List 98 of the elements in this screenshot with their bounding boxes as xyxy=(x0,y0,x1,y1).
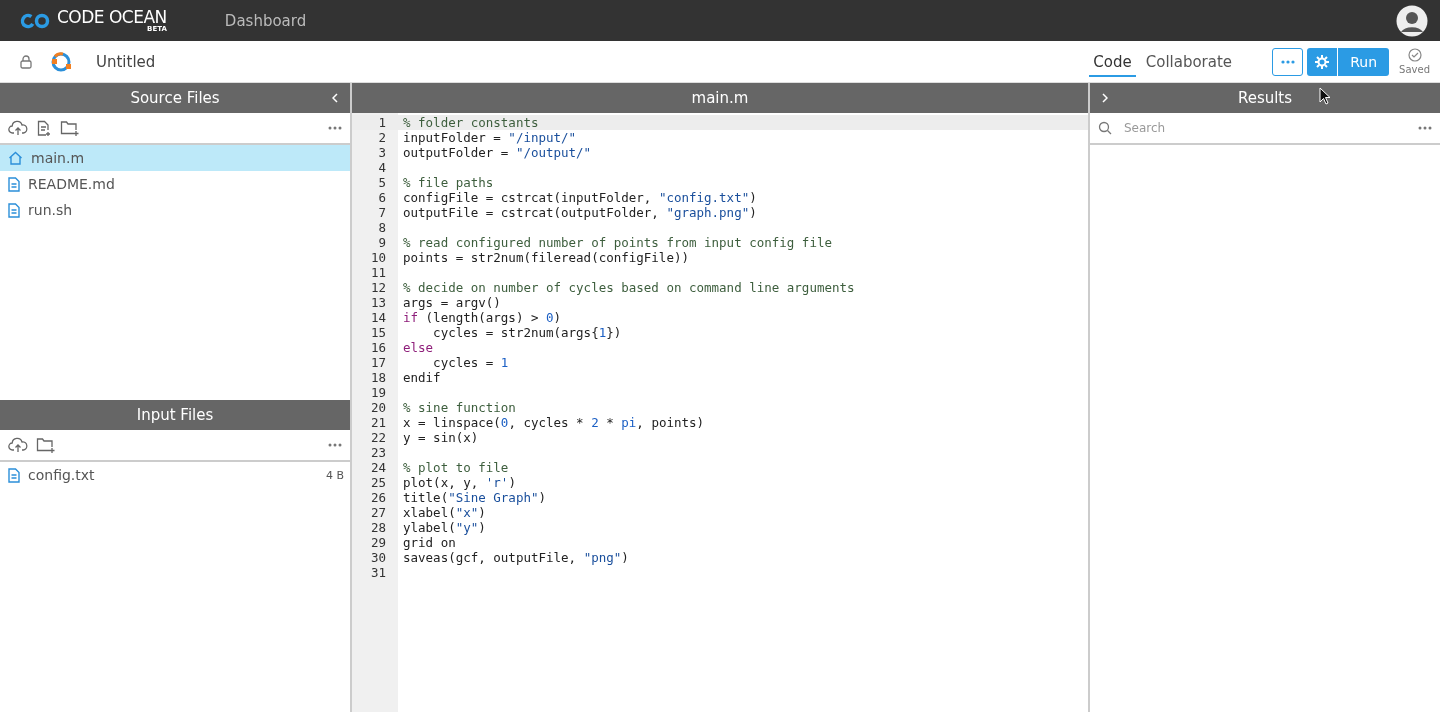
line-number: 12 xyxy=(369,280,386,295)
code-line: % sine function xyxy=(403,400,516,415)
code-line: configFile = cstrcat(inputFolder, "config.txt") xyxy=(403,190,757,205)
line-number: 23 xyxy=(369,445,386,460)
search-icon xyxy=(1098,121,1112,135)
code-line: inputFolder = "/input/" xyxy=(403,130,577,145)
file-item[interactable]: run.sh xyxy=(0,197,350,223)
panel-title: Results xyxy=(1237,89,1293,107)
ring-icon xyxy=(50,50,72,73)
line-number: 19 xyxy=(369,385,386,400)
file-item[interactable]: README.md xyxy=(0,171,350,197)
line-number: 10 xyxy=(369,250,386,265)
code-line: % plot to file xyxy=(403,460,509,475)
code-editor[interactable] xyxy=(352,113,1088,712)
more-icon[interactable] xyxy=(1418,126,1432,130)
nav-link[interactable]: Dashboard xyxy=(224,11,307,30)
logo-text: CODE OCEAN xyxy=(57,8,167,26)
code-line: y = sin(x) xyxy=(403,430,479,445)
more-icon[interactable] xyxy=(328,126,342,130)
new-folder-icon[interactable] xyxy=(36,436,56,454)
line-number: 31 xyxy=(369,565,386,580)
save-status: Saved xyxy=(1399,64,1430,75)
mouse-pointer-icon xyxy=(1319,87,1331,105)
line-number: 29 xyxy=(369,535,386,550)
code-line: % read configured number of points from input config file xyxy=(403,235,832,250)
panel-title: Input Files xyxy=(136,406,214,424)
code-line: cycles = str2num(args{1}) xyxy=(432,325,622,340)
more-button[interactable] xyxy=(1272,47,1304,76)
code-line: plot(x, y, 'r') xyxy=(403,475,516,490)
code-line: outputFolder = "/output/" xyxy=(403,145,592,160)
lock-icon[interactable] xyxy=(20,54,32,69)
tab[interactable]: Collaborate xyxy=(1141,46,1237,77)
file-icon xyxy=(8,202,20,218)
line-number: 17 xyxy=(369,355,386,370)
line-number: 14 xyxy=(369,310,386,325)
home-icon xyxy=(8,151,23,165)
line-number: 28 xyxy=(369,520,386,535)
line-number: 3 xyxy=(377,145,386,160)
code-line: points = str2num(fileread(configFile)) xyxy=(403,250,689,265)
code-line: title("Sine Graph") xyxy=(403,490,546,505)
line-number: 25 xyxy=(369,475,386,490)
code-line: outputFile = cstrcat(outputFolder, "graph.png") xyxy=(403,205,757,220)
code-line: args = argv() xyxy=(403,295,501,310)
line-number: 15 xyxy=(369,325,386,340)
line-number: 20 xyxy=(369,400,386,415)
code-line: % folder constants xyxy=(403,115,539,130)
more-icon[interactable] xyxy=(328,443,342,447)
line-number: 13 xyxy=(369,295,386,310)
line-number: 9 xyxy=(377,235,386,250)
code-line: % file paths xyxy=(403,175,494,190)
code-line: % decide on number of cycles based on command line arguments xyxy=(403,280,855,295)
line-number: 6 xyxy=(377,190,386,205)
line-number: 27 xyxy=(369,505,386,520)
line-number: 22 xyxy=(369,430,386,445)
code-line: ylabel("y") xyxy=(403,520,486,535)
file-icon xyxy=(8,467,20,483)
file-size: 4 B xyxy=(325,468,344,482)
line-number: 5 xyxy=(377,175,386,190)
code-line: grid on xyxy=(403,535,456,550)
file-item[interactable]: main.m xyxy=(0,145,350,171)
line-number: 8 xyxy=(377,220,386,235)
line-number: 26 xyxy=(369,490,386,505)
cloud-upload-icon[interactable] xyxy=(8,437,28,453)
line-number: 18 xyxy=(369,370,386,385)
settings-button[interactable] xyxy=(1307,47,1339,76)
search-field[interactable]: Search xyxy=(1122,120,1408,136)
tab[interactable]: Code xyxy=(1089,46,1136,77)
line-number: 7 xyxy=(377,205,386,220)
more-icon xyxy=(1280,59,1295,64)
line-number: 1 xyxy=(377,115,386,130)
new-folder-icon[interactable] xyxy=(60,119,80,137)
file-icon xyxy=(8,176,20,192)
line-number: 11 xyxy=(369,265,386,280)
code-line: else xyxy=(403,340,434,355)
line-number: 21 xyxy=(369,415,386,430)
code-line: xlabel("x") xyxy=(403,505,486,520)
logo-icon xyxy=(20,12,51,29)
new-file-icon[interactable] xyxy=(36,119,52,137)
cloud-upload-icon[interactable] xyxy=(8,120,28,136)
check-circle-icon xyxy=(1407,48,1422,62)
panel-title: Source Files xyxy=(130,89,220,107)
gear-icon xyxy=(1315,54,1330,69)
code-line: cycles = 1 xyxy=(432,355,509,370)
avatar-icon[interactable] xyxy=(1396,4,1428,37)
code-line: x = linspace(0, cycles * 2 * pi, points) xyxy=(403,415,705,430)
line-number: 30 xyxy=(369,550,386,565)
line-number: 16 xyxy=(369,340,386,355)
line-number: 24 xyxy=(369,460,386,475)
capsule-title[interactable]: Untitled xyxy=(96,52,156,71)
code-line: endif xyxy=(403,370,441,385)
panel-title: main.m xyxy=(691,89,749,107)
line-number: 2 xyxy=(377,130,386,145)
file-item[interactable]: config.txt 4 B xyxy=(0,462,350,488)
code-line: if (length(args) > 0) xyxy=(403,310,562,325)
collapse-icon[interactable] xyxy=(332,93,338,103)
expand-icon[interactable] xyxy=(1102,93,1108,103)
code-line: saveas(gcf, outputFile, "png") xyxy=(403,550,629,565)
line-number: 4 xyxy=(377,160,386,175)
